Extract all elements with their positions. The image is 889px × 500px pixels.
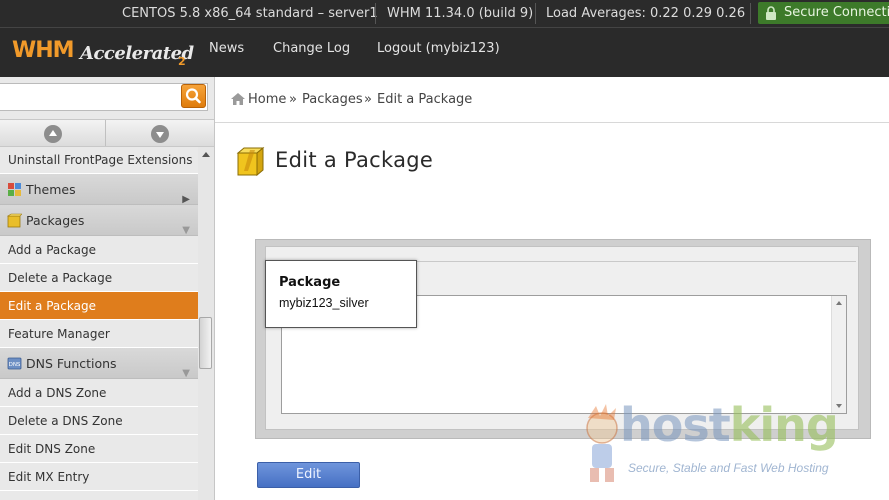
breadcrumb-separator: »	[364, 92, 372, 107]
nav-change-log[interactable]: Change Log	[273, 41, 350, 56]
sidebar-item-add-a-dns-zone[interactable]: Add a DNS Zone	[0, 379, 198, 407]
sidebar-item-uninstall-frontpage-extensions[interactable]: Uninstall FrontPage Extensions	[0, 147, 198, 174]
scroll-up-icon[interactable]	[836, 301, 842, 305]
breadcrumb-packages[interactable]: Packages	[302, 92, 363, 107]
sidebar-item-delete-a-dns-zone[interactable]: Delete a DNS Zone	[0, 407, 198, 435]
sidebar-category-dns-functions[interactable]: DNS DNS Functions ▼	[0, 348, 198, 379]
load-averages: Load Averages: 0.22 0.29 0.26	[546, 6, 746, 21]
divider	[105, 120, 106, 146]
secure-connection-label: Secure Connection	[784, 5, 889, 20]
whm-version: WHM 11.34.0 (build 9)	[387, 6, 534, 21]
watermark-brand-king: king	[729, 398, 839, 452]
package-option[interactable]: mybiz123_silver	[279, 296, 369, 310]
breadcrumb: Home » Packages » Edit a Package	[215, 77, 889, 123]
breadcrumb-home[interactable]: Home	[248, 92, 286, 107]
sidebar-category-themes[interactable]: Themes ▶	[0, 174, 198, 205]
list-scrollbar[interactable]	[831, 296, 846, 413]
menu-scroll-down-button[interactable]	[107, 120, 214, 146]
sidebar-category-label: DNS Functions	[26, 356, 117, 371]
sidebar-category-label: Themes	[26, 182, 76, 197]
secure-connection-badge: Secure Connection	[758, 2, 889, 24]
scrollbar-thumb[interactable]	[199, 317, 212, 369]
sidebar-category-packages[interactable]: Packages ▼	[0, 205, 198, 236]
sidebar-item-add-a-package[interactable]: Add a Package	[0, 236, 198, 264]
package-icon	[236, 146, 265, 177]
arrow-up-icon	[44, 125, 62, 143]
nav-news[interactable]: News	[209, 41, 244, 56]
server-info: CENTOS 5.8 x86_64 standard – server1	[122, 6, 378, 21]
edit-button[interactable]: Edit	[257, 462, 360, 488]
status-divider	[375, 3, 376, 24]
logo-version: 2	[178, 55, 186, 68]
search-icon	[185, 88, 201, 104]
home-icon	[231, 93, 245, 105]
whm-logo[interactable]: WHM Accelerated 2	[12, 37, 194, 69]
server-status-bar: CENTOS 5.8 x86_64 standard – server1 WHM…	[0, 0, 889, 27]
package-label: Package	[279, 275, 341, 290]
status-divider	[750, 3, 751, 24]
logo-whm: WHM	[12, 38, 75, 63]
sidebar-scrollbar[interactable]	[198, 147, 214, 500]
watermark-tagline: Secure, Stable and Fast Web Hosting	[628, 461, 829, 475]
package-icon	[7, 213, 22, 228]
mascot-icon	[586, 404, 618, 482]
dns-icon: DNS	[7, 357, 22, 370]
breadcrumb-separator: »	[289, 92, 297, 107]
menu-scroll-controls	[0, 119, 214, 147]
package-select-callout: Package mybiz123_silver	[265, 260, 417, 328]
watermark-brand: hostking	[620, 398, 839, 452]
scroll-up-icon[interactable]	[202, 152, 210, 157]
status-divider	[535, 3, 536, 24]
watermark-brand-host: host	[620, 398, 731, 452]
sidebar-menu: Uninstall FrontPage Extensions Themes ▶ …	[0, 147, 198, 491]
sidebar-item-edit-dns-zone[interactable]: Edit DNS Zone	[0, 435, 198, 463]
logo-accelerated: Accelerated	[80, 43, 194, 64]
themes-icon	[8, 183, 21, 196]
sidebar-item-edit-a-package[interactable]: Edit a Package	[0, 292, 198, 320]
app-header: WHM Accelerated 2 News Change Log Logout…	[0, 27, 889, 77]
sidebar-item-feature-manager[interactable]: Feature Manager	[0, 320, 198, 348]
hostking-watermark: hostking Secure, Stable and Fast Web Hos…	[578, 398, 889, 493]
sidebar-item-edit-mx-entry[interactable]: Edit MX Entry	[0, 463, 198, 491]
nav-logout[interactable]: Logout (mybiz123)	[377, 41, 500, 56]
search-button[interactable]	[181, 84, 206, 108]
sidebar-category-label: Packages	[26, 213, 85, 228]
menu-scroll-up-button[interactable]	[0, 120, 107, 146]
page-title: Edit a Package	[275, 148, 434, 172]
sidebar-search-input[interactable]	[0, 83, 208, 111]
sidebar-item-delete-a-package[interactable]: Delete a Package	[0, 264, 198, 292]
breadcrumb-current: Edit a Package	[377, 92, 473, 107]
lock-icon	[766, 6, 776, 20]
svg-text:DNS: DNS	[9, 362, 21, 368]
arrow-down-icon	[151, 125, 169, 143]
sidebar: Uninstall FrontPage Extensions Themes ▶ …	[0, 77, 215, 500]
